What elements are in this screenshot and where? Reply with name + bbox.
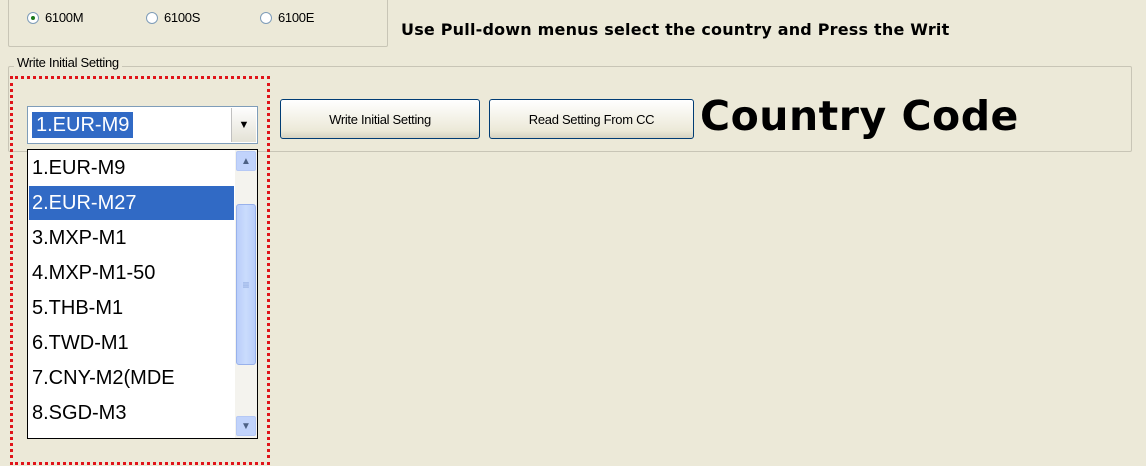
radio-6100m[interactable]: 6100M: [27, 10, 84, 25]
highlight-annotation: [10, 76, 270, 465]
read-setting-button[interactable]: Read Setting From CC: [489, 99, 694, 139]
radio-6100e[interactable]: 6100E: [260, 10, 314, 25]
radio-unchecked-icon[interactable]: [260, 11, 272, 24]
page-title: Country Code: [700, 92, 1019, 140]
radio-checked-icon[interactable]: [27, 11, 39, 24]
radio-unchecked-icon[interactable]: [146, 11, 158, 24]
radio-label-6100m: 6100M: [45, 10, 84, 25]
radio-label-6100s: 6100S: [164, 10, 201, 25]
instruction-text: Use Pull-down menus select the country a…: [401, 20, 950, 39]
write-initial-setting-button[interactable]: Write Initial Setting: [280, 99, 480, 139]
group-title: Write Initial Setting: [14, 55, 122, 70]
radio-label-6100e: 6100E: [278, 10, 315, 25]
radio-6100s[interactable]: 6100S: [146, 10, 200, 25]
